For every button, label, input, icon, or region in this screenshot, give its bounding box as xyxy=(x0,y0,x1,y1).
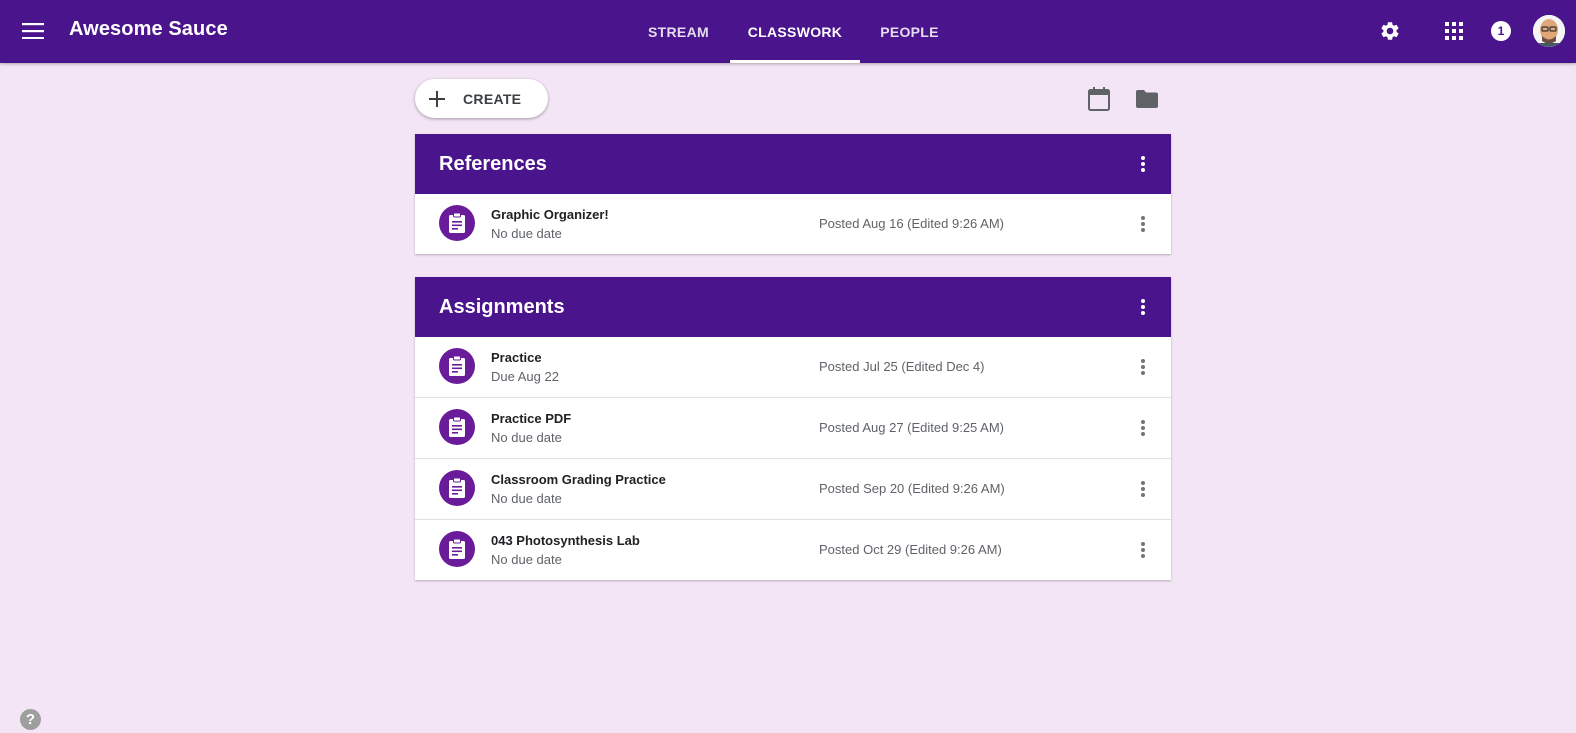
calendar-icon[interactable] xyxy=(1083,83,1115,115)
class-title[interactable]: Awesome Sauce xyxy=(69,18,228,41)
item-due-date: No due date xyxy=(491,491,562,506)
assignment-icon xyxy=(439,409,475,445)
menu-icon[interactable] xyxy=(12,10,54,52)
list-item[interactable]: Graphic Organizer! No due date Posted Au… xyxy=(415,194,1171,254)
list-item[interactable]: Classroom Grading Practice No due date P… xyxy=(415,458,1171,519)
assignment-icon xyxy=(439,470,475,506)
item-due-date: Due Aug 22 xyxy=(491,369,559,384)
item-due-date: No due date xyxy=(491,226,562,241)
topic-more-icon[interactable] xyxy=(1127,291,1159,323)
avatar[interactable] xyxy=(1533,15,1565,47)
tab-people[interactable]: PEOPLE xyxy=(862,0,957,63)
tab-stream[interactable]: STREAM xyxy=(630,0,727,63)
item-more-icon[interactable] xyxy=(1127,473,1159,505)
notifications-button[interactable]: 1 xyxy=(1482,12,1520,50)
top-app-bar: Awesome Sauce STREAM CLASSWORK PEOPLE 1 xyxy=(0,0,1576,63)
item-title: Practice xyxy=(491,350,542,365)
topic-header: References xyxy=(415,134,1171,194)
item-posted-date: Posted Oct 29 (Edited 9:26 AM) xyxy=(819,542,1002,557)
item-posted-date: Posted Aug 27 (Edited 9:25 AM) xyxy=(819,420,1005,435)
item-posted-date: Posted Sep 20 (Edited 9:26 AM) xyxy=(819,481,1005,496)
item-title: Classroom Grading Practice xyxy=(491,472,666,487)
topic-title[interactable]: References xyxy=(439,153,547,176)
item-more-icon[interactable] xyxy=(1127,534,1159,566)
assignment-icon xyxy=(439,531,475,567)
item-due-date: No due date xyxy=(491,552,562,567)
list-item[interactable]: Practice Due Aug 22 Posted Jul 25 (Edite… xyxy=(415,337,1171,397)
plus-icon xyxy=(428,90,446,108)
item-more-icon[interactable] xyxy=(1127,208,1159,240)
item-posted-date: Posted Jul 25 (Edited Dec 4) xyxy=(819,359,985,374)
topic-more-icon[interactable] xyxy=(1127,148,1159,180)
topic-references: References Graphic Organizer! No due dat… xyxy=(415,134,1171,254)
list-item[interactable]: 043 Photosynthesis Lab No due date Poste… xyxy=(415,519,1171,580)
topic-title[interactable]: Assignments xyxy=(439,296,565,319)
help-icon[interactable]: ? xyxy=(20,709,41,730)
item-due-date: No due date xyxy=(491,430,562,445)
list-item[interactable]: Practice PDF No due date Posted Aug 27 (… xyxy=(415,397,1171,458)
tab-classwork[interactable]: CLASSWORK xyxy=(730,0,860,63)
create-button-label: CREATE xyxy=(463,90,522,107)
item-title: Graphic Organizer! xyxy=(491,207,609,222)
item-more-icon[interactable] xyxy=(1127,412,1159,444)
topic-header: Assignments xyxy=(415,277,1171,337)
apps-grid-icon[interactable] xyxy=(1435,12,1473,50)
assignment-icon xyxy=(439,205,475,241)
gear-icon[interactable] xyxy=(1371,12,1409,50)
topic-assignments: Assignments Practice Due Aug 22 Posted J… xyxy=(415,277,1171,580)
assignment-icon xyxy=(439,348,475,384)
item-title: Practice PDF xyxy=(491,411,572,426)
item-more-icon[interactable] xyxy=(1127,351,1159,383)
notification-count-badge: 1 xyxy=(1491,21,1511,41)
item-posted-date: Posted Aug 16 (Edited 9:26 AM) xyxy=(819,216,1005,231)
create-button[interactable]: CREATE xyxy=(415,79,548,118)
folder-icon[interactable] xyxy=(1131,83,1163,115)
item-title: 043 Photosynthesis Lab xyxy=(491,533,640,548)
